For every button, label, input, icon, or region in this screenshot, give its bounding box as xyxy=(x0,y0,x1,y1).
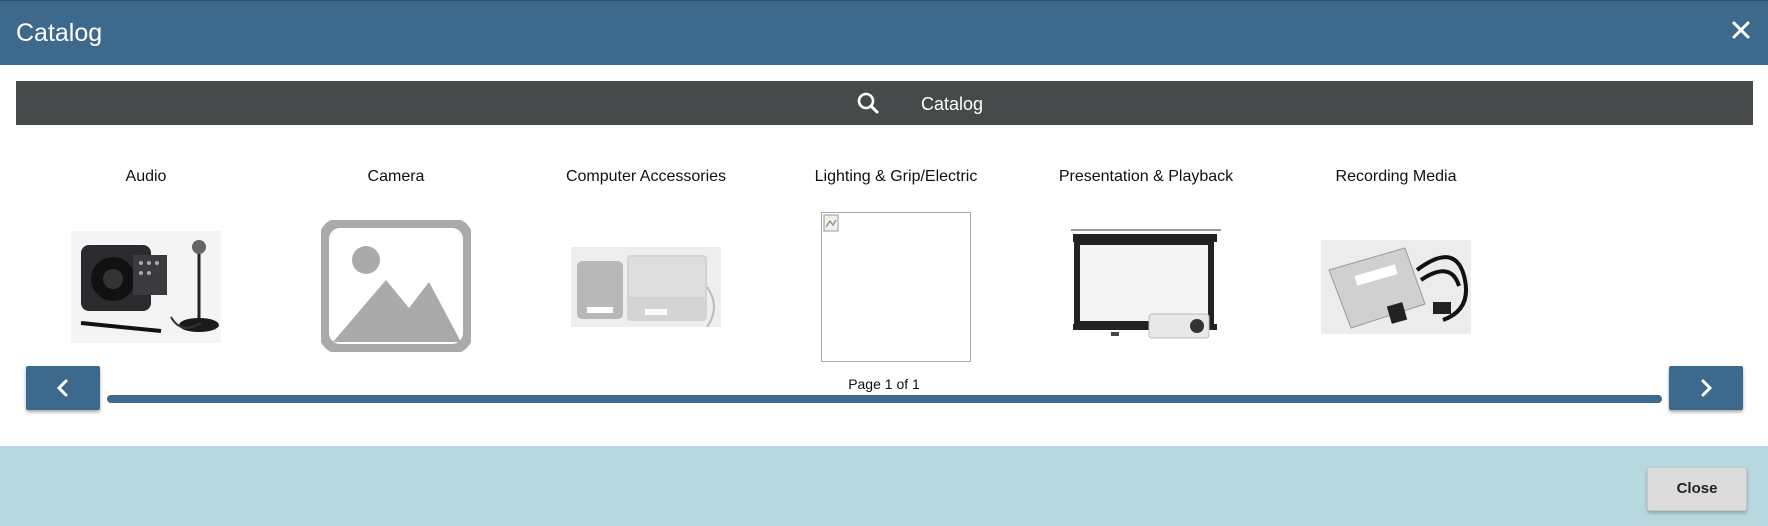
catalog-item-computer-accessories[interactable]: Computer Accessories xyxy=(521,160,771,370)
placeholder-image-icon xyxy=(319,218,473,357)
close-icon[interactable] xyxy=(1726,15,1756,45)
search-label: Catalog xyxy=(921,94,984,114)
next-page-button[interactable] xyxy=(1669,366,1743,410)
catalog-dialog: Catalog Catalog Audio Camera Computer Ac… xyxy=(0,0,1768,526)
dialog-titlebar: Catalog xyxy=(0,0,1768,65)
catalog-item-recording-media[interactable]: Recording Media xyxy=(1271,160,1521,370)
card-reader-image xyxy=(1321,240,1471,339)
catalog-item-label: Computer Accessories xyxy=(565,168,727,185)
catalog-item-camera[interactable]: Camera xyxy=(271,160,521,370)
catalog-item-label: Audio xyxy=(125,168,167,185)
projector-screen-image xyxy=(1071,228,1221,349)
catalog-item-audio[interactable]: Audio xyxy=(21,160,271,370)
chevron-right-icon xyxy=(1701,379,1713,397)
catalog-item-presentation-playback[interactable]: Presentation & Playback xyxy=(1021,160,1271,370)
catalog-item-label: Camera xyxy=(367,168,425,185)
dialog-footer: Close xyxy=(0,446,1768,526)
horizontal-scrollbar[interactable] xyxy=(107,395,1662,403)
catalog-item-label: Lighting & Grip/Electric xyxy=(814,168,978,185)
external-drive-image xyxy=(571,247,721,332)
broken-image-icon xyxy=(821,212,971,367)
search-icon[interactable] xyxy=(856,91,880,115)
catalog-item-label: Recording Media xyxy=(1335,168,1457,185)
catalog-search-bar[interactable]: Catalog xyxy=(16,81,1753,125)
page-indicator: Page 1 of 1 xyxy=(848,376,920,392)
catalog-item-lighting-grip-electric[interactable]: Lighting & Grip/Electric xyxy=(771,160,1021,370)
speaker-mixer-image xyxy=(71,231,221,348)
close-button[interactable]: Close xyxy=(1647,467,1747,511)
dialog-title: Catalog xyxy=(16,19,103,47)
catalog-item-label: Presentation & Playback xyxy=(1058,168,1234,185)
